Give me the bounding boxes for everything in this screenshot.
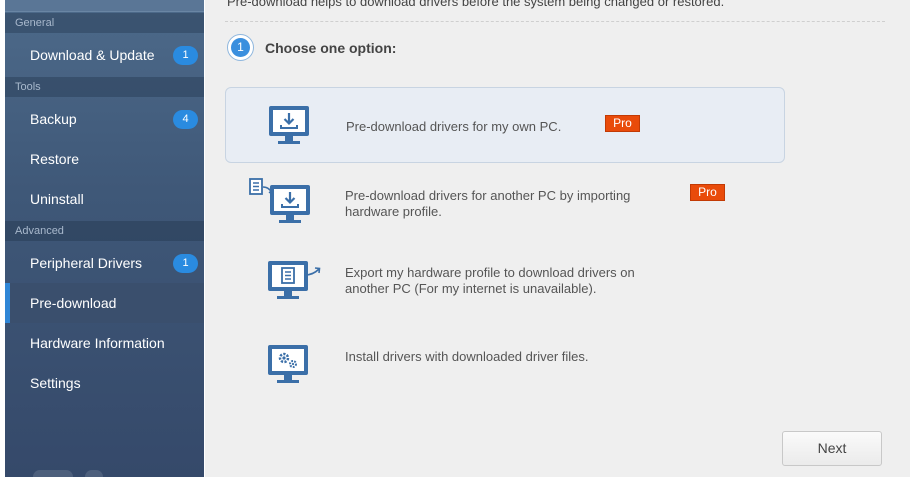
sidebar-item-label: Backup <box>30 111 77 127</box>
sidebar-item-peripheral-drivers[interactable]: Peripheral Drivers 1 <box>5 243 204 283</box>
sidebar: General Download & Update 1 Tools Backup… <box>5 0 204 477</box>
count-badge: 1 <box>173 254 198 273</box>
footer-button[interactable] <box>85 470 103 477</box>
sidebar-item-label: Settings <box>30 375 81 391</box>
option-label: Export my hardware profile to download d… <box>345 265 635 296</box>
step-number: 1 <box>231 38 250 57</box>
sidebar-item-label: Pre-download <box>30 295 117 311</box>
monitor-gear-icon <box>268 345 308 383</box>
sidebar-item-restore[interactable]: Restore <box>5 139 204 179</box>
step-indicator: 1 <box>227 34 254 61</box>
section-advanced: Advanced <box>5 221 204 241</box>
divider <box>225 21 885 22</box>
count-badge: 1 <box>173 46 198 65</box>
main-panel: Pre-download helps to download drivers b… <box>205 0 910 477</box>
option-install-downloaded[interactable]: Install drivers with downloaded driver f… <box>225 327 785 403</box>
pro-badge: Pro <box>690 184 725 201</box>
section-general: General <box>5 13 204 33</box>
section-tools: Tools <box>5 77 204 97</box>
pro-badge: Pro <box>605 115 640 132</box>
option-label: Pre-download drivers for another PC by i… <box>345 188 631 219</box>
sidebar-item-backup[interactable]: Backup 4 <box>5 99 204 139</box>
sidebar-item-label: Hardware Information <box>30 335 165 351</box>
sidebar-top-strip <box>5 0 204 12</box>
sidebar-item-label: Download & Update <box>30 47 155 63</box>
sidebar-item-uninstall[interactable]: Uninstall <box>5 179 204 219</box>
sidebar-item-settings[interactable]: Settings <box>5 363 204 403</box>
export-profile-icon <box>268 261 321 299</box>
option-another-pc-import[interactable]: Pre-download drivers for another PC by i… <box>225 167 785 243</box>
option-own-pc[interactable]: Pre-download drivers for my own PC. Pro <box>225 87 785 163</box>
count-badge: 4 <box>173 110 198 129</box>
monitor-download-icon <box>269 106 309 144</box>
sidebar-item-label: Uninstall <box>30 191 84 207</box>
sidebar-item-label: Peripheral Drivers <box>30 255 143 271</box>
option-label: Install drivers with downloaded driver f… <box>345 349 589 364</box>
option-export-profile[interactable]: Export my hardware profile to download d… <box>225 247 785 323</box>
intro-text: Pre-download helps to download drivers b… <box>227 0 725 9</box>
sidebar-item-download-update[interactable]: Download & Update 1 <box>5 35 204 75</box>
footer-button[interactable] <box>33 470 73 477</box>
sidebar-item-hardware-information[interactable]: Hardware Information <box>5 323 204 363</box>
import-profile-icon <box>249 178 310 223</box>
next-button[interactable]: Next <box>782 431 882 466</box>
sidebar-item-label: Restore <box>30 151 80 167</box>
sidebar-item-pre-download[interactable]: Pre-download <box>5 283 204 323</box>
step-title: Choose one option: <box>265 40 397 56</box>
